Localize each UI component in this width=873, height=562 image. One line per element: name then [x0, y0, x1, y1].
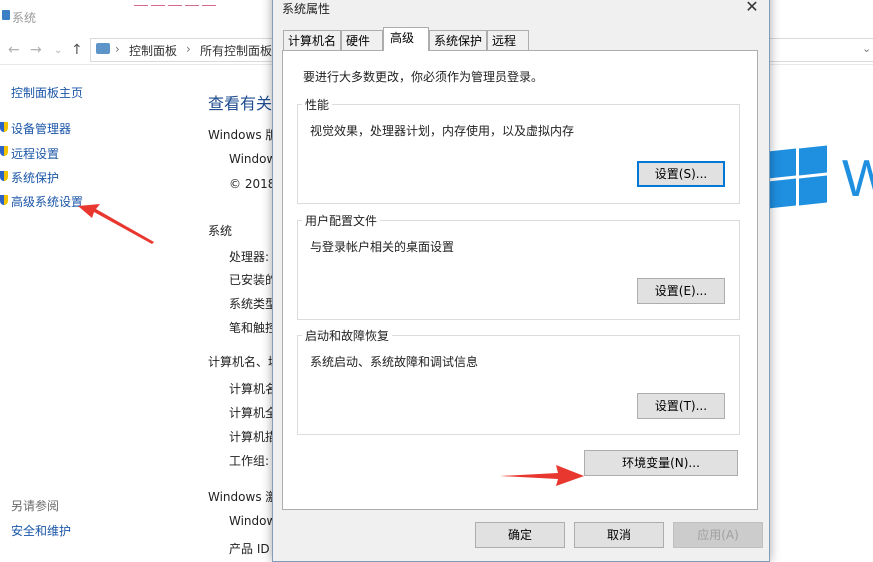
processor-label: 处理器: — [229, 250, 270, 264]
windows-logo-icon — [768, 145, 828, 209]
window-title: 系统 — [12, 11, 37, 25]
pen-touch-label: 笔和触控 — [229, 321, 278, 335]
product-id-label: 产品 ID — [229, 542, 270, 556]
computer-description-label: 计算机描 — [229, 430, 278, 444]
computer-name-section-label: 计算机名、域 — [208, 355, 281, 369]
control-panel-home-link[interactable]: 控制面板主页 — [11, 84, 83, 101]
cancel-button[interactable]: 取消 — [574, 522, 664, 548]
see-also-heading: 另请参阅 — [11, 499, 60, 513]
startup-recovery-group — [297, 335, 740, 435]
uac-shield-icon — [0, 171, 8, 181]
windows-name-value: Window — [229, 152, 277, 166]
ok-button[interactable]: 确定 — [475, 522, 565, 548]
performance-settings-button[interactable]: 设置(S)... — [637, 161, 725, 187]
user-profiles-description: 与登录帐户相关的桌面设置 — [310, 240, 455, 254]
performance-group-label: 性能 — [302, 96, 333, 113]
uac-shield-icon — [0, 195, 8, 205]
user-profiles-settings-button[interactable]: 设置(E)... — [637, 278, 725, 304]
computer-name-label: 计算机名 — [229, 382, 278, 396]
back-arrow-icon[interactable]: ← — [8, 42, 20, 58]
annotation-arrow-icon — [78, 204, 154, 244]
system-section-label: 系统 — [208, 224, 233, 238]
breadcrumb-separator: › — [186, 42, 191, 56]
activation-section-label: Windows 激 — [208, 490, 278, 504]
device-manager-link[interactable]: 设备管理器 — [11, 120, 71, 137]
annotation-arrow-icon — [500, 465, 584, 486]
admin-note: 要进行大多数更改，你必须作为管理员登录。 — [303, 70, 544, 84]
environment-variables-button[interactable]: 环境变量(N)... — [584, 450, 738, 476]
system-protection-link[interactable]: 系统保护 — [11, 169, 59, 186]
user-profiles-group — [297, 220, 740, 320]
address-dropdown-icon[interactable]: ⌄ — [862, 42, 871, 55]
copyright-text: © 2018 — [229, 177, 276, 191]
tab-advanced[interactable]: 高级 — [383, 27, 429, 51]
apply-button[interactable]: 应用(A) — [673, 522, 763, 548]
titlebar-decoration — [134, 0, 244, 6]
tab-remote[interactable]: 远程 — [487, 30, 529, 50]
performance-description: 视觉效果，处理器计划，内存使用，以及虚拟内存 — [310, 124, 575, 138]
breadcrumb-separator: › — [115, 42, 120, 56]
performance-group — [297, 104, 740, 204]
activation-status-text: Window — [229, 514, 277, 528]
system-type-label: 系统类型 — [229, 297, 278, 311]
full-computer-name-label: 计算机全 — [229, 406, 278, 420]
control-panel-icon — [96, 43, 110, 54]
windows-edition-label: Windows 版 — [208, 128, 278, 142]
tab-computer-name[interactable]: 计算机名 — [283, 30, 341, 50]
workgroup-label: 工作组: — [229, 454, 270, 468]
tab-system-protection[interactable]: 系统保护 — [429, 30, 487, 50]
remote-settings-link[interactable]: 远程设置 — [11, 145, 59, 162]
recent-dropdown-icon[interactable]: ⌄ — [54, 45, 62, 56]
page-heading: 查看有关 — [208, 94, 273, 113]
installed-memory-label: 已安装的 — [229, 273, 278, 287]
windows-wordmark: W — [842, 150, 873, 208]
user-profiles-group-label: 用户配置文件 — [302, 212, 381, 229]
close-icon[interactable]: ✕ — [740, 0, 764, 18]
system-window-icon — [2, 10, 10, 20]
dialog-title: 系统属性 — [282, 2, 331, 16]
uac-shield-icon — [0, 146, 8, 156]
startup-recovery-settings-button[interactable]: 设置(T)... — [637, 393, 725, 419]
breadcrumb-control-panel[interactable]: 控制面板 — [129, 42, 177, 59]
uac-shield-icon — [0, 122, 8, 132]
up-arrow-icon[interactable]: ↑ — [71, 42, 83, 58]
startup-recovery-group-label: 启动和故障恢复 — [302, 327, 393, 344]
startup-recovery-description: 系统启动、系统故障和调试信息 — [310, 355, 479, 369]
tab-hardware[interactable]: 硬件 — [341, 30, 383, 50]
breadcrumb-all-items[interactable]: 所有控制面板 — [200, 42, 272, 59]
security-maintenance-link[interactable]: 安全和维护 — [11, 522, 71, 539]
forward-arrow-icon[interactable]: → — [30, 42, 42, 58]
